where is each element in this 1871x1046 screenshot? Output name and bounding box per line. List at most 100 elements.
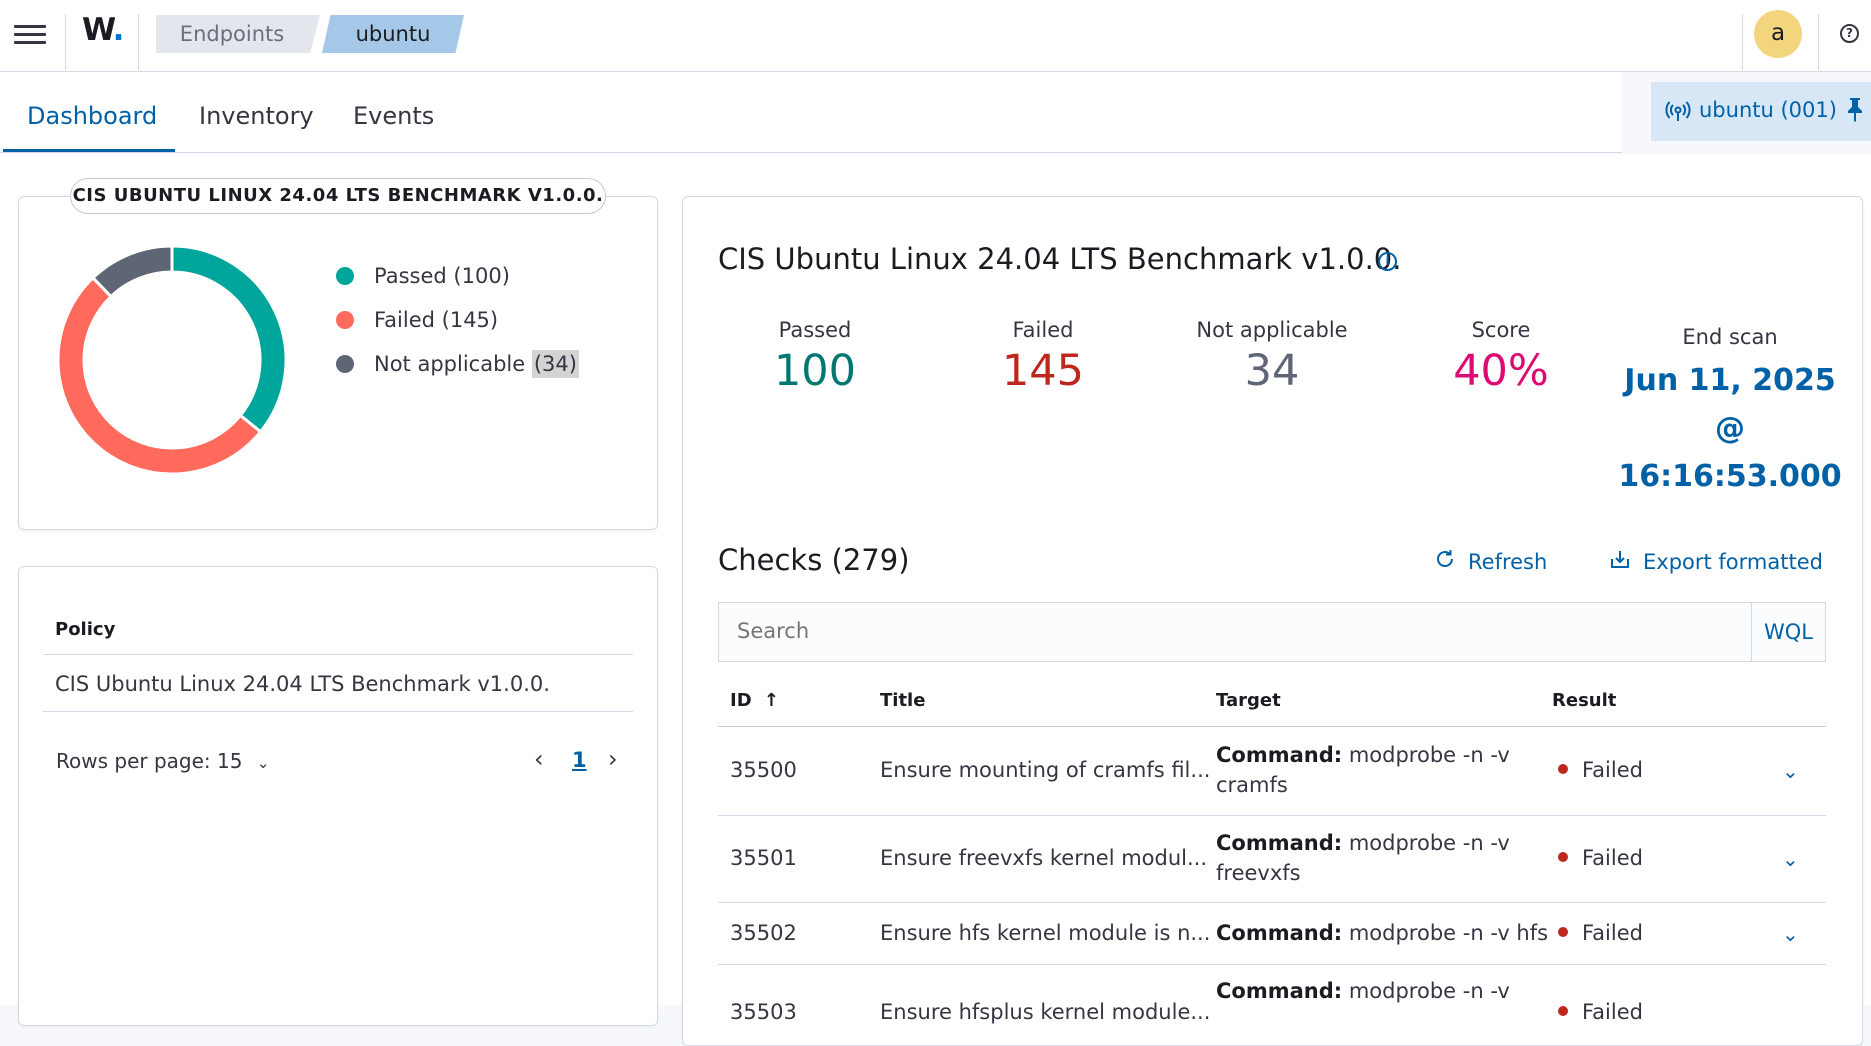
tab-bar: Dashboard Inventory Events [0, 72, 1622, 153]
export-label: Export formatted [1643, 550, 1823, 574]
stat-label: Passed [778, 318, 852, 342]
breadcrumb-ubuntu: ubuntu [322, 15, 464, 53]
export-formatted-button[interactable]: Export formatted [1609, 548, 1823, 576]
chevron-down-icon[interactable]: ⌄ [1782, 759, 1799, 783]
chevron-right-icon[interactable]: › [608, 745, 618, 773]
table-row[interactable]: 35502 Ensure hfs kernel module is n... C… [718, 903, 1826, 965]
column-header-policy[interactable]: Policy [55, 619, 115, 640]
legend-item-failed[interactable]: Failed (145) [336, 298, 579, 342]
status-dot [1558, 927, 1568, 937]
check-result: Failed [1558, 1000, 1643, 1024]
rows-per-page-select[interactable]: Rows per page: 15 ⌄ [56, 749, 269, 773]
divider [1742, 14, 1743, 70]
check-id: 35502 [730, 921, 797, 945]
end-scan-label: End scan [1682, 325, 1778, 349]
end-scan-date: Jun 11, 2025 [1624, 363, 1836, 398]
search-input[interactable] [737, 619, 1637, 643]
legend-item-passed[interactable]: Passed (100) [336, 254, 579, 298]
divider [65, 14, 66, 70]
command-text: cramfs [1216, 773, 1288, 797]
chevron-down-icon[interactable]: ⌄ [1782, 847, 1799, 871]
refresh-button[interactable]: Refresh [1434, 548, 1547, 576]
end-scan: End scan Jun 11, 2025 @ 16:16:53.000 [1600, 325, 1860, 501]
tab-events[interactable]: Events [353, 102, 434, 130]
check-result: Failed [1558, 758, 1643, 782]
wql-button[interactable]: WQL [1751, 603, 1825, 661]
pin-icon[interactable] [1845, 96, 1865, 128]
legend-item-not-applicable[interactable]: Not applicable (34) [336, 342, 579, 386]
result-label: Failed [1582, 846, 1643, 870]
refresh-label: Refresh [1468, 550, 1548, 574]
info-icon[interactable]: i [1378, 252, 1397, 271]
help-icon[interactable]: ? [1840, 24, 1859, 43]
policy-row[interactable]: CIS Ubuntu Linux 24.04 LTS Benchmark v1.… [55, 672, 550, 696]
check-title: Ensure hfsplus kernel module... [880, 1000, 1211, 1024]
stat-failed: Failed 145 [983, 318, 1103, 396]
broadcast-icon [1665, 98, 1691, 124]
status-dot [1558, 764, 1568, 774]
check-title: Ensure freevxfs kernel modul... [880, 846, 1208, 870]
command-text: modprobe -n -v hfs [1348, 921, 1549, 945]
tab-dashboard[interactable]: Dashboard [27, 102, 157, 130]
donut-segment-passed[interactable] [170, 244, 288, 434]
check-id: 35500 [730, 758, 797, 782]
check-result: Failed [1558, 846, 1643, 870]
check-target: Command: modprobe -n -v hfs [1216, 918, 1548, 948]
command-text: modprobe -n -v [1348, 743, 1510, 767]
end-scan-time: 16:16:53.000 [1618, 459, 1842, 494]
check-target: Command: modprobe -n -v cramfs [1216, 740, 1510, 800]
top-header: W. Endpoints ubuntu a ? [0, 0, 1871, 72]
donut-legend: Passed (100) Failed (145) Not applicable… [336, 254, 579, 386]
check-target: Command: modprobe -n -v [1216, 976, 1510, 1006]
column-header-id[interactable]: ID ↑ [730, 690, 779, 711]
command-label: Command: [1216, 831, 1343, 855]
legend-dot [336, 355, 354, 373]
stat-value: 34 [1244, 346, 1300, 396]
column-header-title[interactable]: Title [880, 690, 925, 711]
command-text: modprobe -n -v [1348, 831, 1510, 855]
chevron-left-icon[interactable]: ‹ [534, 745, 544, 773]
column-header-target[interactable]: Target [1216, 690, 1281, 711]
check-target: Command: modprobe -n -v freevxfs [1216, 828, 1510, 888]
table-row[interactable]: 35501 Ensure freevxfs kernel modul... Co… [718, 816, 1826, 903]
divider [43, 654, 633, 655]
app-logo[interactable]: W. [82, 12, 124, 48]
results-donut-chart [56, 244, 288, 476]
column-header-result[interactable]: Result [1552, 690, 1616, 711]
check-result: Failed [1558, 921, 1643, 945]
breadcrumb-endpoints[interactable]: Endpoints [156, 15, 320, 53]
donut-segment-not-applicable[interactable] [90, 244, 174, 299]
agent-selector[interactable]: ubuntu (001) [1651, 82, 1871, 141]
table-row[interactable]: 35503 Ensure hfsplus kernel module... Co… [718, 965, 1826, 1045]
agent-label: ubuntu (001) [1699, 98, 1837, 122]
table-row[interactable]: 35500 Ensure mounting of cramfs fil... C… [718, 727, 1826, 816]
page-number[interactable]: 1 [572, 748, 587, 772]
result-label: Failed [1582, 758, 1643, 782]
legend-count: (145) [441, 308, 499, 332]
divider [138, 14, 139, 70]
legend-count: (34) [531, 350, 579, 378]
stat-value: 100 [773, 346, 857, 396]
menu-icon[interactable] [14, 22, 46, 48]
end-scan-at: @ [1715, 411, 1745, 446]
legend-count: (100) [453, 264, 510, 288]
arrow-up-icon: ↑ [763, 690, 780, 711]
rows-per-page-label: Rows per page: 15 [56, 749, 243, 773]
check-title: Ensure mounting of cramfs fil... [880, 758, 1211, 782]
status-dot [1558, 1006, 1568, 1016]
stat-value: 145 [1001, 346, 1085, 396]
legend-label: Passed [374, 264, 447, 288]
chevron-down-icon[interactable]: ⌄ [1782, 922, 1799, 946]
result-label: Failed [1582, 1000, 1643, 1024]
stat-passed: Passed 100 [755, 318, 875, 396]
user-avatar[interactable]: a [1754, 10, 1802, 58]
divider [1818, 14, 1819, 70]
result-label: Failed [1582, 921, 1643, 945]
stat-score: Score 40% [1441, 318, 1561, 396]
tab-inventory[interactable]: Inventory [199, 102, 314, 130]
legend-label: Failed [374, 308, 435, 332]
command-text: modprobe -n -v [1348, 979, 1510, 1003]
legend-label: Not applicable [374, 352, 526, 376]
command-label: Command: [1216, 979, 1343, 1003]
donut-segment-failed[interactable] [56, 275, 263, 476]
